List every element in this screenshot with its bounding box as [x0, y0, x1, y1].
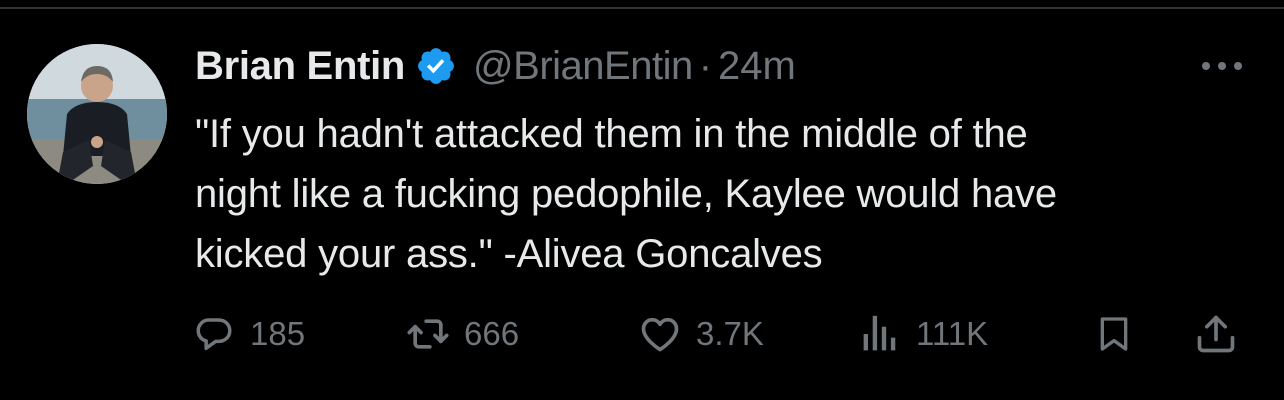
- like-count: 3.7K: [696, 315, 764, 352]
- tweet-text-line: "If you hadn't attacked them in the midd…: [195, 112, 1028, 156]
- tweet-actions: 185 666 3.7K 111K: [192, 310, 1262, 358]
- views-count: 111K: [916, 315, 989, 352]
- heart-icon: [638, 312, 682, 356]
- author-handle[interactable]: @BrianEntin: [473, 44, 693, 89]
- reply-icon: [192, 312, 236, 356]
- avatar-photo: [27, 44, 167, 184]
- bookmark-icon: [1092, 312, 1136, 356]
- verified-badge-icon[interactable]: [415, 45, 457, 87]
- tweet-text-line: night like a fucking pedophile, Kaylee w…: [195, 172, 1057, 216]
- retweet-icon: [406, 312, 450, 356]
- retweet-button[interactable]: 666: [406, 310, 519, 358]
- views-button[interactable]: 111K: [858, 310, 988, 358]
- avatar[interactable]: [27, 44, 167, 184]
- tweet-text-line: kicked your ass." -Alivea Goncalves: [195, 232, 823, 276]
- retweet-count: 666: [464, 315, 520, 352]
- tweet-text: "If you hadn't attacked them in the midd…: [195, 104, 1265, 284]
- author-display-name[interactable]: Brian Entin: [195, 44, 405, 89]
- more-horizontal-icon[interactable]: [1196, 52, 1248, 80]
- tweet[interactable]: Brian Entin @BrianEntin · 24m "If you ha…: [0, 0, 1284, 400]
- share-icon: [1194, 312, 1238, 356]
- views-icon: [858, 312, 902, 356]
- share-button[interactable]: [1194, 310, 1238, 358]
- separator-dot: ·: [698, 43, 713, 88]
- tweet-header: Brian Entin @BrianEntin · 24m: [195, 40, 796, 92]
- reply-count: 185: [250, 315, 306, 352]
- tweet-timestamp[interactable]: 24m: [718, 44, 796, 89]
- reply-button[interactable]: 185: [192, 310, 305, 358]
- bookmark-button[interactable]: [1092, 310, 1136, 358]
- like-button[interactable]: 3.7K: [638, 310, 764, 358]
